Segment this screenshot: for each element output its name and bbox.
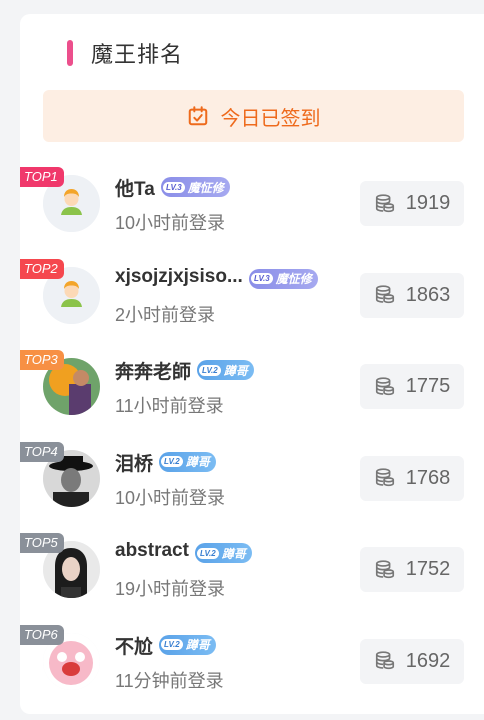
user-name[interactable]: 奔奔老師 [115, 357, 191, 384]
rank-badge: TOP4 [20, 441, 64, 462]
coins-icon [375, 285, 394, 304]
level-number: LV.3 [251, 273, 273, 284]
last-login-time: 11分钟前登录 [115, 670, 224, 691]
last-login-time: 19小时前登录 [115, 579, 226, 599]
level-number: LV.2 [199, 364, 221, 376]
level-badge: LV.2 蹲哥 [197, 360, 254, 380]
level-number: LV.2 [161, 456, 183, 467]
rank-badge: TOP1 [20, 167, 64, 187]
score-box[interactable]: 1919 [360, 181, 464, 226]
score-value: 1775 [405, 375, 451, 397]
ranking-row[interactable]: TOP3 奔奔老師 LV.2 蹲哥 11小时前登录 1775 [20, 342, 484, 434]
rank-badge: TOP5 [20, 533, 64, 553]
level-title: 魔怔修 [275, 272, 312, 286]
rank-badge: TOP6 [20, 624, 64, 645]
coins-icon [375, 193, 394, 212]
last-login-time: 10小时前登录 [115, 213, 226, 233]
last-login-time: 11小时前登录 [115, 396, 224, 416]
score-box[interactable]: 1775 [360, 364, 464, 409]
section-title: 魔王排名 [91, 42, 184, 67]
user-name[interactable]: 他Ta [115, 174, 155, 201]
ranking-list: TOP1 他Ta LV.3 魔怔修 10小时前登录 1919 TOP2 xjso… [20, 159, 484, 708]
ranking-row[interactable]: TOP4 泪桥 LV.2 蹲哥 10小时前登录 1768 [20, 434, 484, 526]
level-number: LV.2 [197, 547, 219, 559]
signin-label: 今日已签到 [220, 107, 321, 130]
level-title: 蹲哥 [185, 455, 210, 469]
score-value: 1919 [405, 192, 451, 214]
score-value: 1752 [405, 558, 451, 580]
level-title: 蹲哥 [223, 363, 248, 378]
score-box[interactable]: 1692 [360, 638, 464, 684]
level-badge: LV.3 魔怔修 [161, 177, 230, 197]
user-name[interactable]: 泪桥 [115, 449, 153, 476]
level-title: 蹲哥 [185, 638, 210, 652]
score-value: 1768 [405, 466, 451, 489]
level-badge: LV.2 蹲哥 [159, 634, 216, 655]
user-name[interactable]: xjsojzjxjsiso... [115, 266, 243, 288]
rank-badge: TOP3 [20, 350, 64, 370]
user-name[interactable]: 不尬 [115, 632, 153, 659]
level-badge: LV.2 蹲哥 [195, 543, 252, 563]
section-header: 魔王排名 [67, 38, 183, 68]
level-title: 蹲哥 [221, 546, 246, 561]
header-accent-bar [67, 40, 73, 66]
score-box[interactable]: 1863 [360, 272, 464, 318]
score-value: 1863 [405, 283, 451, 306]
coins-icon [375, 559, 394, 578]
ranking-card: 魔王排名 今日已签到 TOP1 他Ta LV.3 魔怔修 10小时前登录 191… [20, 14, 484, 714]
score-box[interactable]: 1768 [360, 455, 464, 501]
ranking-row[interactable]: TOP5 abstract LV.2 蹲哥 19小时前登录 1752 [20, 525, 484, 617]
level-badge: LV.3 魔怔修 [249, 268, 318, 289]
score-value: 1692 [405, 649, 451, 672]
level-number: LV.3 [163, 181, 185, 193]
last-login-time: 10小时前登录 [115, 487, 226, 508]
coins-icon [375, 651, 394, 670]
level-title: 魔怔修 [187, 180, 224, 195]
score-box[interactable]: 1752 [360, 547, 464, 592]
last-login-time: 2小时前登录 [115, 304, 216, 325]
level-badge: LV.2 蹲哥 [159, 451, 216, 472]
signin-button[interactable]: 今日已签到 [43, 90, 464, 142]
calendar-check-icon [188, 106, 207, 126]
ranking-row[interactable]: TOP1 他Ta LV.3 魔怔修 10小时前登录 1919 [20, 159, 484, 251]
rank-badge: TOP2 [20, 258, 64, 279]
coins-icon [375, 376, 394, 395]
ranking-row[interactable]: TOP2 xjsojzjxjsiso... LV.3 魔怔修 2小时前登录 18… [20, 251, 484, 343]
user-name[interactable]: abstract [115, 540, 189, 562]
level-number: LV.2 [161, 639, 183, 650]
ranking-row[interactable]: TOP6 不尬 LV.2 蹲哥 11分钟前登录 1692 [20, 617, 484, 709]
coins-icon [375, 468, 394, 487]
